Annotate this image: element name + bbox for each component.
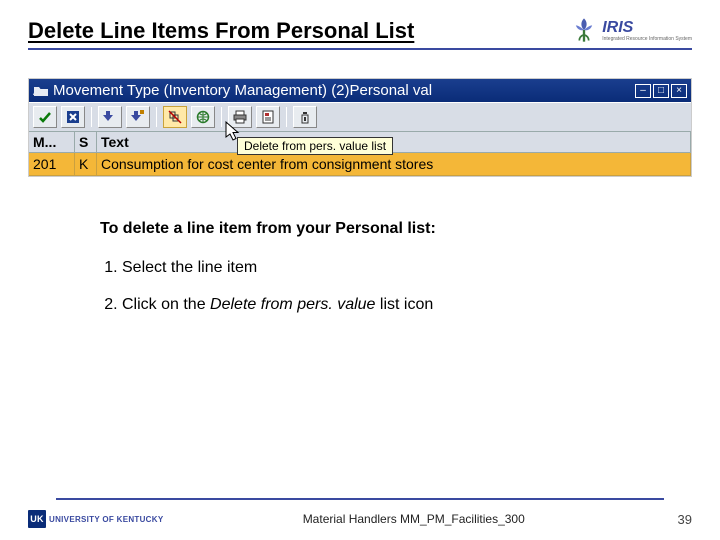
uk-logo: UK UNIVERSITY OF KENTUCKY [28,510,163,528]
instructions: To delete a line item from your Personal… [100,215,692,319]
ok-button[interactable] [33,106,57,128]
col-header-text[interactable]: Text [97,132,691,152]
step2-part-a: Click on the [122,296,210,313]
col-header-m[interactable]: M... [29,132,75,152]
instructions-lead: To delete a line item from your Personal… [100,215,692,244]
sap-titlebar: Movement Type (Inventory Management) (2)… [29,79,691,102]
uk-badge: UK [28,510,46,528]
step2-part-b: list icon [375,296,433,313]
cancel-button[interactable] [61,106,85,128]
footer-divider [56,498,664,500]
web-button[interactable] [191,106,215,128]
table-row[interactable]: 201 K Consumption for cost center from c… [29,153,691,176]
cell-text: Consumption for cost center from consign… [97,153,691,175]
search-next-button[interactable] [126,106,150,128]
cell-movement-type: 201 [29,153,75,175]
uk-text: UNIVERSITY OF KENTUCKY [49,515,163,524]
footer: UK UNIVERSITY OF KENTUCKY Material Handl… [0,510,720,528]
iris-flower-icon [570,16,598,44]
instruction-step-1: Select the line item [122,254,692,283]
instruction-step-2: Click on the Delete from pers. value lis… [122,291,692,320]
col-header-s[interactable]: S [75,132,97,152]
iris-brand-sub: Integrated Resource Information System [602,37,692,42]
search-button[interactable] [98,106,122,128]
info-button[interactable] [293,106,317,128]
toolbar-separator [286,107,287,127]
window-maximize-button[interactable]: □ [653,84,669,98]
sap-column-headers: M... S Text [29,132,691,153]
export-button[interactable] [256,106,280,128]
header-divider [28,48,692,50]
window-minimize-button[interactable]: – [635,84,651,98]
delete-from-list-button[interactable] [163,106,187,128]
iris-brand-text: IRIS [602,19,692,37]
sap-toolbar: Delete from pers. value list [29,102,691,132]
print-button[interactable] [228,106,252,128]
toolbar-separator [221,107,222,127]
slide-number: 39 [664,512,692,527]
toolbar-separator [91,107,92,127]
iris-logo: IRIS Integrated Resource Information Sys… [570,16,692,44]
window-close-button[interactable]: × [671,84,687,98]
folder-open-icon [33,84,49,98]
toolbar-separator [156,107,157,127]
step2-emphasis: Delete from pers. value [210,296,375,313]
cell-special-stock: K [75,153,97,175]
footer-center-text: Material Handlers MM_PM_Facilities_300 [163,512,664,526]
page-title: Delete Line Items From Personal List [28,18,570,44]
sap-dialog: Movement Type (Inventory Management) (2)… [28,78,692,177]
sap-title-text: Movement Type (Inventory Management) (2)… [53,82,633,99]
